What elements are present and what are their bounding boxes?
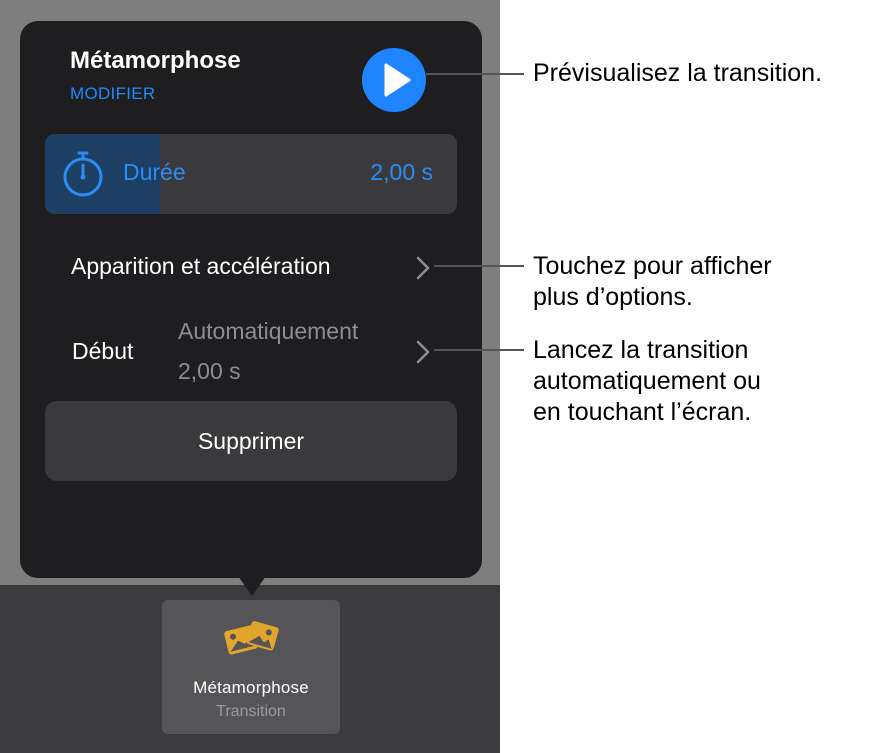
ease-options-label: Apparition et accélération [71,253,331,279]
callout-start-line1: Lancez la transition [533,336,749,364]
callout-line-start [434,349,524,351]
tile-title: Métamorphose [193,678,309,697]
popover-title: Métamorphose [70,47,241,74]
start-label: Début [72,338,134,364]
start-mode-value: Automatiquement [178,318,359,344]
transition-popover: Métamorphose MODIFIER Durée 2,00 s Appar… [20,21,482,578]
callout-start-line2: automatiquement ou [533,367,761,395]
chevron-right-icon [416,340,430,364]
callout-start-line3: en touchant l’écran. [533,398,752,426]
stopwatch-icon [63,151,103,197]
callout-options-line2: plus d’options. [533,283,693,311]
ease-options-row[interactable]: Apparition et accélération [45,243,457,293]
callout-preview: Prévisualisez la transition. [533,59,823,87]
modify-link[interactable]: MODIFIER [70,84,156,104]
popover-arrow [238,576,266,596]
play-icon [384,63,411,97]
callout-options-line1: Touchez pour afficher [533,252,772,280]
transition-photos-icon [224,621,279,655]
chevron-right-icon [416,256,430,280]
callout-line-options [434,265,524,267]
start-options-row[interactable]: Début Automatiquement 2,00 s [45,311,457,397]
duration-slider[interactable]: Durée 2,00 s [45,134,457,214]
start-delay-value: 2,00 s [178,358,241,384]
preview-play-button[interactable] [362,48,426,112]
transition-tile[interactable]: Métamorphose Transition [162,600,340,734]
duration-label: Durée [123,159,186,185]
callout-line-preview [426,73,524,75]
tile-subtitle: Transition [216,703,286,720]
delete-button[interactable]: Supprimer [45,401,457,481]
duration-value: 2,00 s [370,159,433,185]
